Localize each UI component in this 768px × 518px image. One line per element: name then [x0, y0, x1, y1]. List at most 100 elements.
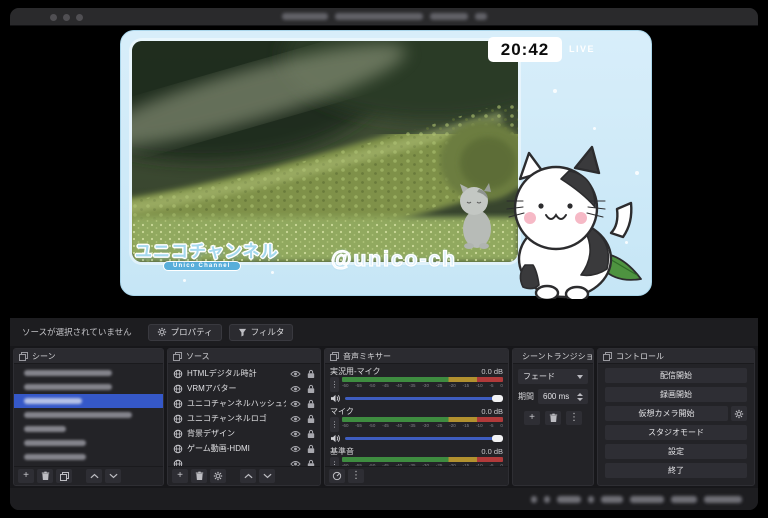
source-list-item[interactable]: ユニコチャンネルハッシュタグ [168, 396, 320, 411]
meter-tick: -20 [449, 423, 456, 428]
sparkle [183, 279, 186, 282]
scene-name-redacted [24, 454, 86, 460]
meter-tick: -45 [382, 383, 389, 388]
visibility-eye-icon[interactable] [290, 430, 301, 438]
stream-overlay-frame[interactable]: 20:42 LIVE ユニコチャンネル Unico Channel @unico… [120, 30, 652, 303]
control-button[interactable]: 録画開始 [605, 387, 747, 402]
move-source-down-button[interactable] [259, 469, 275, 483]
virtual-camera-settings-button[interactable] [731, 406, 747, 421]
status-blur-segment [531, 495, 537, 503]
lock-icon[interactable] [307, 384, 315, 394]
visibility-eye-icon[interactable] [290, 445, 301, 453]
control-button[interactable]: 設定 [605, 444, 747, 459]
meter-tick: -55 [355, 383, 362, 388]
meter-tick: -40 [395, 383, 403, 388]
remove-source-button[interactable] [191, 469, 207, 483]
lock-icon[interactable] [307, 399, 315, 409]
mixer-panel-header[interactable]: 音声ミキサー [325, 349, 508, 364]
source-name: 背景デザイン [187, 429, 235, 438]
add-source-button[interactable]: + [172, 469, 188, 483]
sources-panel: ソース HTMLデジタル時計 VRMアバター ユニコチャンネルハッシュ ユニコチ… [167, 348, 321, 486]
scene-list-item[interactable] [14, 394, 163, 408]
volume-slider[interactable] [345, 434, 503, 442]
transition-properties-button[interactable]: ⋮ [566, 411, 582, 425]
scene-list-item[interactable] [14, 366, 163, 380]
advanced-audio-button[interactable] [329, 469, 345, 483]
scene-list-item[interactable] [14, 450, 163, 464]
add-scene-button[interactable]: + [18, 469, 34, 483]
lock-icon[interactable] [307, 414, 315, 424]
volume-meter [342, 457, 503, 462]
mixer-menu-button[interactable]: ⋮ [348, 469, 364, 483]
meter-tick: 0 [500, 383, 503, 388]
lock-icon[interactable] [307, 429, 315, 439]
spinner-down-icon[interactable] [577, 397, 583, 401]
scene-list[interactable] [14, 364, 163, 464]
scene-list-item[interactable] [14, 380, 163, 394]
visibility-eye-icon[interactable] [290, 400, 301, 408]
lock-icon[interactable] [307, 444, 315, 454]
scene-list-item[interactable] [14, 408, 163, 422]
volume-slider[interactable] [345, 394, 503, 402]
visibility-eye-icon[interactable] [290, 370, 301, 378]
filters-button[interactable]: フィルタ [228, 323, 294, 341]
source-toolbar: ソースが選択されていません プロパティ フィルタ [10, 318, 758, 346]
remove-scene-button[interactable] [37, 469, 53, 483]
scene-list-item[interactable] [14, 436, 163, 450]
speaker-icon[interactable] [330, 394, 341, 403]
scene-list-item[interactable] [14, 422, 163, 436]
transition-select[interactable]: フェード [518, 369, 588, 384]
duration-spinner[interactable]: 600 ms [538, 389, 588, 404]
visibility-eye-icon[interactable] [290, 385, 301, 393]
visibility-eye-icon[interactable] [290, 415, 301, 423]
source-list-item[interactable]: HTMLデジタル時計 [168, 366, 320, 381]
remove-transition-button[interactable] [545, 411, 561, 425]
source-list[interactable]: HTMLデジタル時計 VRMアバター ユニコチャンネルハッシュ ユニコチャンネル… [168, 364, 320, 471]
minimize-window-button[interactable] [63, 14, 70, 21]
channel-menu-button[interactable]: ⋮ [330, 377, 339, 392]
control-button[interactable]: スタジオモード [605, 425, 747, 440]
preview-canvas[interactable]: 20:42 LIVE ユニコチャンネル Unico Channel @unico… [10, 26, 758, 318]
status-bar [10, 488, 758, 510]
channel-level-db: 0.0 dB [481, 366, 503, 376]
chevron-down-icon [577, 374, 583, 379]
spinner-up-icon[interactable] [577, 392, 583, 396]
spinner-arrows[interactable] [577, 392, 583, 401]
zoom-window-button[interactable] [76, 14, 83, 21]
control-button[interactable]: 終了 [605, 463, 747, 478]
volume-slider-handle[interactable] [492, 434, 503, 442]
source-list-item[interactable]: 背景デザイン [168, 426, 320, 441]
meter-tick: -10 [476, 383, 483, 388]
transitions-panel-title: シーントランジション [522, 351, 594, 361]
move-scene-up-button[interactable] [86, 469, 102, 483]
scene-filters-button[interactable] [56, 469, 72, 483]
add-transition-button[interactable]: + [524, 411, 540, 425]
speaker-icon[interactable] [330, 434, 341, 443]
scenes-panel-header[interactable]: シーン [14, 349, 163, 364]
lock-icon[interactable] [307, 369, 315, 379]
scene-transitions-panel: シーントランジション フェード 期間 600 ms + ⋮ [512, 348, 594, 486]
properties-button[interactable]: プロパティ [147, 323, 222, 341]
control-button[interactable]: 仮想カメラ開始 [605, 406, 728, 421]
channel-level-db: 0.0 dB [481, 406, 503, 416]
source-list-item[interactable]: ユニコチャンネルロゴ [168, 411, 320, 426]
title-bar[interactable] [10, 8, 758, 26]
channel-name: 基準音 [330, 446, 354, 456]
sources-panel-header[interactable]: ソース [168, 349, 320, 364]
status-blur-segment [630, 495, 664, 503]
channel-menu-button[interactable]: ⋮ [330, 417, 339, 432]
controls-panel-header[interactable]: コントロール [598, 349, 754, 364]
traffic-lights[interactable] [50, 14, 83, 21]
volume-slider-handle[interactable] [492, 394, 503, 402]
source-list-item[interactable]: VRMアバター [168, 381, 320, 396]
source-properties-button[interactable] [210, 469, 226, 483]
close-window-button[interactable] [50, 14, 57, 21]
move-source-up-button[interactable] [240, 469, 256, 483]
sparkle [553, 89, 557, 93]
transitions-panel-header[interactable]: シーントランジション [513, 349, 593, 364]
game-video-source[interactable] [132, 41, 518, 262]
source-list-item[interactable]: ゲーム動画-HDMI [168, 441, 320, 456]
control-button[interactable]: 配信開始 [605, 368, 747, 383]
move-scene-down-button[interactable] [105, 469, 121, 483]
meter-tick: -30 [422, 383, 429, 388]
